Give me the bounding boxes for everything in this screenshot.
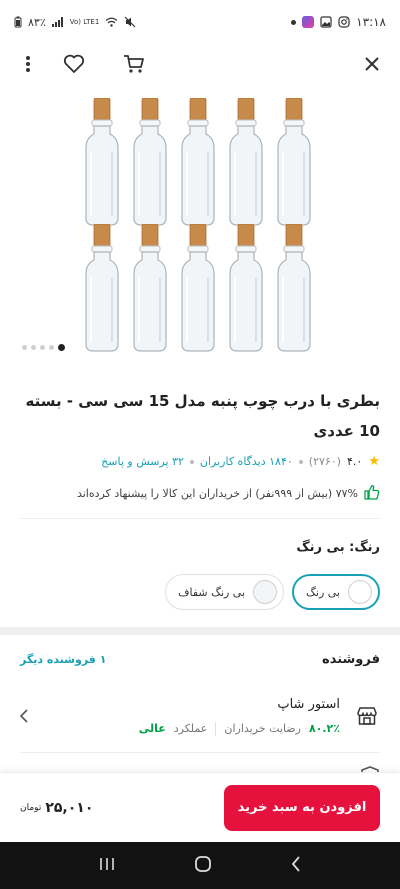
jar-image [82, 97, 122, 232]
satisfaction-label: رضایت خریداران [224, 722, 301, 735]
wishlist-button[interactable] [60, 52, 88, 80]
wifi-icon [105, 17, 118, 27]
more-vertical-icon [25, 55, 31, 77]
pagination-dot [49, 345, 54, 350]
notification-dot-icon [291, 19, 297, 25]
product-meta: ★ ۴.۰ (۲۷۶۰) ۱۸۴۰ دیدگاه کاربران ۳۲ پرسش… [20, 454, 380, 469]
recent-apps-button[interactable] [99, 856, 115, 875]
cart-button[interactable] [120, 52, 148, 80]
recommendation-text: ۷۷% (بیش از ۹۹۹نفر) از خریداران این کالا… [76, 487, 358, 500]
gallery-pagination [22, 344, 65, 351]
signal-icon [51, 17, 64, 27]
divider [20, 752, 380, 753]
color-option-label: بی رنگ شفاف [178, 585, 246, 599]
color-option-label: بی رنگ [306, 585, 340, 599]
status-right: ۱۳:۱۸ [291, 15, 386, 29]
mute-icon [124, 16, 136, 28]
reviews-link[interactable]: ۱۸۴۰ دیدگاه کاربران [200, 455, 293, 468]
gallery-icon [320, 16, 332, 28]
jar-image [274, 97, 314, 232]
seller-name: استور شاپ [277, 696, 340, 712]
battery-percent: ۸۳٪ [28, 15, 46, 29]
seller-stats: ۸۰.۲٪ رضایت خریداران عملکرد عالی [34, 721, 340, 736]
color-swatch [348, 580, 372, 604]
jar-image [226, 223, 266, 358]
jar-image [178, 97, 218, 232]
buy-bar: ۲۵,۰۱۰ تومان افزودن به سبد خرید [0, 772, 400, 842]
price-value: ۲۵,۰۱۰ [45, 799, 94, 816]
jar-image [130, 223, 170, 358]
star-icon: ★ [368, 454, 380, 469]
shop-icon [354, 703, 380, 729]
seller-card[interactable]: استور شاپ ۸۰.۲٪ رضایت خریداران عملکرد عا… [14, 686, 380, 746]
cart-icon [123, 53, 145, 79]
app-notification-icon [302, 16, 315, 28]
rating-value: ۴.۰ [347, 455, 363, 468]
network-label: Vo) LTE1 [69, 17, 100, 26]
questions-link[interactable]: ۳۲ پرسش و پاسخ [101, 455, 184, 468]
add-to-cart-button[interactable]: افزودن به سبد خرید [224, 784, 380, 831]
pagination-dot [22, 345, 27, 350]
price: ۲۵,۰۱۰ تومان [20, 800, 93, 816]
separator-dot [298, 459, 303, 464]
currency-label: تومان [20, 802, 42, 813]
color-option-colorless[interactable]: بی رنگ [292, 574, 380, 610]
home-button[interactable] [194, 855, 212, 877]
jar-image [130, 97, 170, 232]
jar-image [226, 97, 266, 232]
satisfaction-value: ۸۰.۲٪ [308, 722, 340, 735]
section-separator [0, 627, 400, 635]
color-label: رنگ: بی رنگ [296, 540, 380, 555]
color-option-transparent[interactable]: بی رنگ شفاف [165, 574, 285, 610]
heart-icon [63, 54, 85, 78]
product-gallery[interactable] [0, 90, 400, 360]
seller-header: فروشنده ۱ فروشنده دیگر [20, 652, 380, 667]
close-button[interactable] [358, 52, 386, 80]
pagination-dot [58, 344, 65, 351]
instagram-icon [338, 16, 350, 28]
status-bar: ۸۳٪ Vo) LTE1 ۱۳:۱۸ [0, 0, 400, 44]
color-options: بی رنگ بی رنگ شفاف [165, 574, 380, 610]
back-button[interactable] [291, 855, 301, 876]
system-nav-bar [0, 842, 400, 889]
rating-count: (۲۷۶۰) [308, 455, 342, 468]
close-icon [364, 56, 380, 76]
recommendation: ۷۷% (بیش از ۹۹۹نفر) از خریداران این کالا… [20, 484, 380, 503]
pagination-dot [40, 345, 45, 350]
other-sellers-link[interactable]: ۱ فروشنده دیگر [20, 653, 106, 666]
seller-section-title: فروشنده [322, 652, 380, 667]
divider [20, 518, 380, 519]
divider [215, 721, 217, 736]
top-toolbar [0, 44, 400, 88]
battery-icon [14, 16, 22, 28]
clock: ۱۳:۱۸ [356, 15, 386, 29]
pagination-dot [31, 345, 36, 350]
thumbs-up-icon [364, 484, 380, 503]
chevron-left-icon [14, 709, 34, 723]
separator-dot [189, 459, 194, 464]
performance-value: عالی [138, 722, 166, 735]
seller-info: استور شاپ ۸۰.۲٪ رضایت خریداران عملکرد عا… [34, 697, 340, 736]
jar-image [178, 223, 218, 358]
performance-label: عملکرد [173, 722, 208, 735]
toolbar-actions [14, 52, 148, 80]
more-options-button[interactable] [14, 52, 42, 80]
product-image [82, 97, 318, 360]
status-left: ۸۳٪ Vo) LTE1 [14, 16, 136, 29]
color-swatch [253, 580, 278, 604]
jar-image [274, 223, 314, 358]
jar-image [82, 223, 122, 358]
product-title: بطری با درب چوب پنبه مدل 15 سی سی - بسته… [25, 392, 380, 440]
